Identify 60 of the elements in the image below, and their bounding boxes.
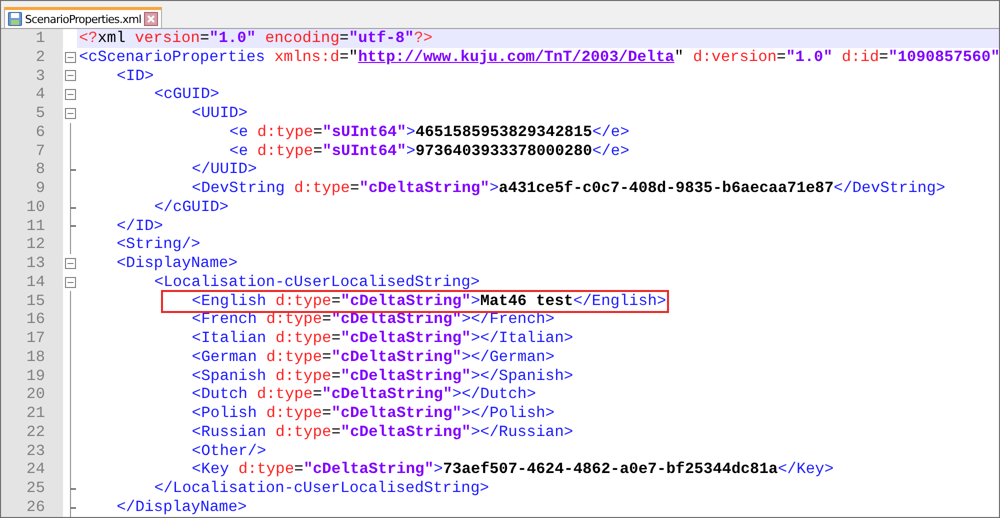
- line-number: 11: [1, 216, 63, 236]
- code-line: </cGUID>: [154, 198, 229, 216]
- code-line: <?xml version="1.0" encoding="utf-8"?>: [79, 29, 433, 47]
- line-number: 6: [1, 122, 63, 142]
- line-number: 17: [1, 329, 63, 348]
- code-line: <Other/>: [192, 442, 266, 460]
- close-icon[interactable]: [144, 12, 158, 26]
- line-number: 20: [1, 385, 63, 404]
- code-line: </UUID>: [192, 160, 257, 178]
- collapse-icon[interactable]: [64, 70, 76, 82]
- code-line: <French d:type="cDeltaString"></French>: [192, 310, 555, 328]
- code-line: <English d:type="cDeltaString">Mat46 test</English>: [192, 292, 666, 310]
- code-line: <Dutch d:type="cDeltaString"></Dutch>: [192, 385, 536, 404]
- file-tab[interactable]: ScenarioProperties.xml: [4, 7, 162, 28]
- collapse-icon[interactable]: [64, 52, 76, 63]
- code-line: <Key d:type="cDeltaString">73aef507-4624-4862-a0e7-bf25344dc81a</Key>: [192, 460, 834, 478]
- code-line: </ID>: [116, 216, 164, 234]
- line-number: 15: [1, 292, 63, 310]
- collapse-icon[interactable]: [64, 89, 76, 100]
- code-line: </Localisation-cUserLocalisedString>: [154, 479, 490, 497]
- code-line: <Localisation-cUserLocalisedString>: [154, 272, 480, 291]
- line-number: 24: [1, 460, 63, 479]
- code-line: <DevString d:type="cDeltaString">a431ce5f-c0c7-408d-9835-b6aecaa71e87</DevString>: [192, 179, 946, 197]
- code-line: <Spanish d:type="cDeltaString"></Spanish>: [192, 366, 574, 384]
- line-number: 2: [1, 48, 63, 66]
- line-number: 16: [1, 310, 63, 329]
- code-line: <Russian d:type="cDeltaString"></Russian>: [192, 422, 574, 441]
- line-number: 8: [1, 160, 63, 179]
- line-number: 5: [1, 104, 63, 123]
- line-number: 13: [1, 254, 63, 273]
- code-line: <String/>: [116, 235, 200, 254]
- collapse-icon[interactable]: [64, 276, 76, 288]
- collapse-icon[interactable]: [64, 108, 76, 119]
- line-number: 21: [1, 404, 63, 423]
- code-line: <UUID>: [192, 104, 248, 122]
- line-number: 3: [1, 66, 63, 86]
- code-line: <Italian d:type="cDeltaString"></Italian>: [192, 329, 574, 347]
- line-number: 25: [1, 479, 63, 498]
- line-number: 1: [1, 29, 63, 48]
- collapse-icon[interactable]: [64, 258, 76, 269]
- line-number: 10: [1, 198, 63, 216]
- line-number: 9: [1, 179, 63, 198]
- line-number: 19: [1, 366, 63, 386]
- code-line: <e d:type="sUInt64">9736403933378000280</e>: [229, 142, 630, 160]
- line-number: 14: [1, 272, 63, 292]
- line-number: 23: [1, 442, 63, 460]
- code-line: <German d:type="cDeltaString"></German>: [192, 348, 555, 366]
- line-number: 4: [1, 85, 63, 104]
- code-line: <cScenarioProperties xmlns:d="http://www.kuju.com/TnT/2003/Delta" d:version="1.0" d:id="1090857560": [79, 48, 999, 66]
- line-number: 26: [1, 498, 63, 516]
- line-number: 18: [1, 348, 63, 366]
- code-line: <DisplayName>: [116, 254, 238, 272]
- line-number: 22: [1, 422, 63, 442]
- code-line: <e d:type="sUInt64">4651585953829342815</e>: [229, 122, 630, 141]
- line-number: 12: [1, 235, 63, 254]
- code-line: <ID>: [116, 66, 154, 84]
- code-line: </DisplayName>: [116, 498, 247, 516]
- code-line: <cGUID>: [154, 85, 220, 104]
- code-line: <Polish d:type="cDeltaString"></Polish>: [192, 404, 555, 422]
- line-number: 7: [1, 142, 63, 160]
